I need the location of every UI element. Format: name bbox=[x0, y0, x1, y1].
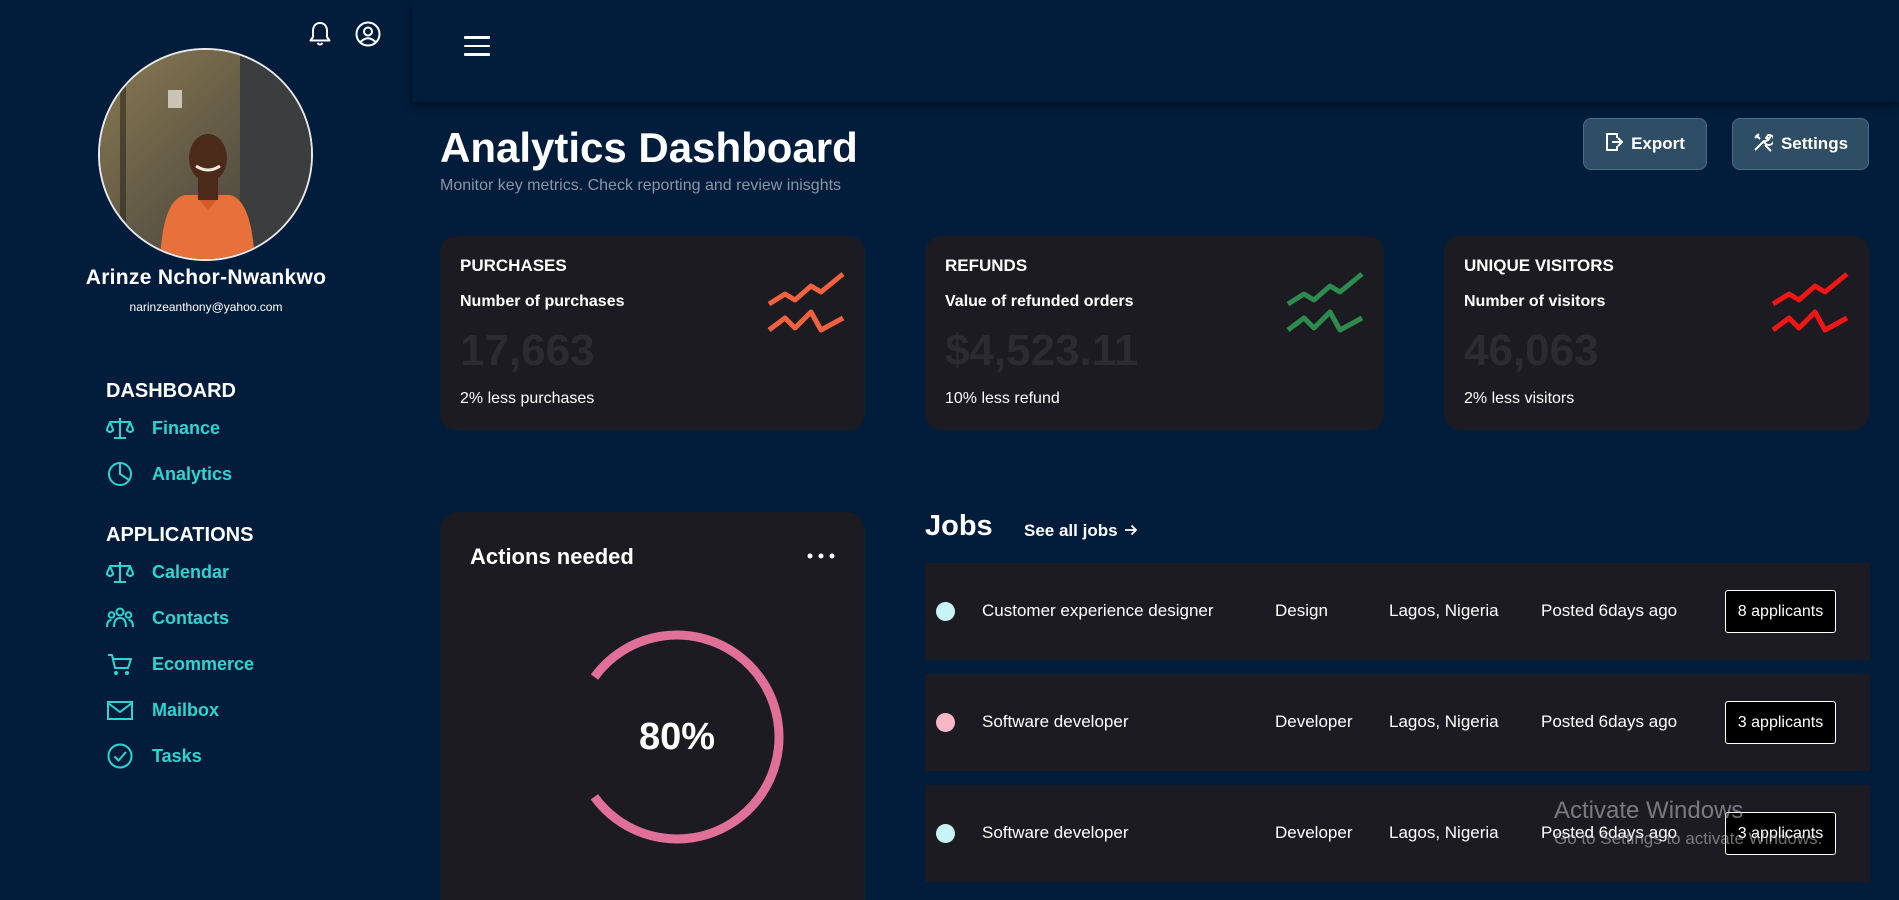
export-label: Export bbox=[1631, 134, 1685, 153]
stat-title: UNIQUE VISITORS bbox=[1464, 256, 1614, 275]
top-bar bbox=[412, 0, 1899, 102]
user-email: narinzeanthony@yahoo.com bbox=[129, 300, 283, 314]
progress-percent: 80% bbox=[638, 715, 716, 758]
watermark-subtitle: Go to Settings to activate Windows. bbox=[1554, 829, 1823, 848]
users-icon bbox=[106, 604, 134, 632]
job-posted: Posted 6days ago bbox=[1541, 601, 1678, 620]
settings-label: Settings bbox=[1780, 134, 1849, 153]
sidebar: Arinze Nchor-Nwankwo narinzeanthony@yaho… bbox=[0, 0, 412, 900]
stat-subtitle: Number of visitors bbox=[1464, 293, 1606, 310]
stat-card-purchases: PURCHASES Number of purchases 17,663 2% … bbox=[440, 236, 865, 430]
sidebar-top-icons bbox=[306, 20, 382, 48]
watermark-title: Activate Windows bbox=[1554, 797, 1744, 824]
stat-title: PURCHASES bbox=[460, 256, 567, 275]
job-title: Software developer bbox=[982, 823, 1129, 842]
applicants-button[interactable]: 8 applicants bbox=[1725, 590, 1836, 633]
applicants-button[interactable]: 3 applicants bbox=[1725, 701, 1836, 744]
job-status-dot bbox=[936, 824, 955, 843]
sidebar-item-label: Ecommerce bbox=[152, 653, 255, 674]
sidebar-item-label: Calendar bbox=[152, 561, 230, 582]
job-row[interactable]: Customer experience designer Design Lago… bbox=[925, 563, 1870, 660]
arrow-right-icon bbox=[1124, 521, 1138, 541]
page-title: Analytics Dashboard bbox=[440, 124, 858, 171]
nav-section-applications: APPLICATIONS bbox=[106, 524, 254, 546]
job-location: Lagos, Nigeria bbox=[1389, 823, 1499, 842]
job-title: Software developer bbox=[982, 712, 1129, 731]
stat-subtitle: Value of refunded orders bbox=[945, 293, 1134, 310]
export-button[interactable]: Export bbox=[1583, 118, 1707, 170]
mail-icon bbox=[106, 696, 134, 724]
sidebar-item-tasks[interactable]: Tasks bbox=[106, 742, 202, 770]
sidebar-item-label: Finance bbox=[152, 417, 221, 438]
stat-value: 17,663 bbox=[460, 326, 595, 375]
trend-icon bbox=[767, 272, 847, 347]
more-options-icon[interactable] bbox=[806, 548, 836, 564]
nav-section-dashboard: DASHBOARD bbox=[106, 380, 236, 402]
user-name: Arinze Nchor-Nwankwo bbox=[85, 266, 327, 289]
scale-icon bbox=[106, 558, 134, 586]
job-title: Customer experience designer bbox=[982, 601, 1214, 620]
stat-note: 2% less visitors bbox=[1464, 390, 1575, 407]
see-all-label: See all jobs bbox=[1024, 521, 1118, 540]
stat-subtitle: Number of purchases bbox=[460, 293, 625, 310]
stat-note: 10% less refund bbox=[945, 390, 1060, 407]
bell-icon[interactable] bbox=[306, 20, 334, 48]
menu-icon[interactable] bbox=[464, 36, 490, 62]
page-subtitle: Monitor key metrics. Check reporting and… bbox=[440, 177, 842, 194]
stat-title: REFUNDS bbox=[945, 256, 1028, 275]
actions-card: Actions needed 80% bbox=[440, 512, 865, 900]
actions-title: Actions needed bbox=[470, 544, 634, 569]
check-circle-icon bbox=[106, 742, 134, 770]
activation-watermark: Activate Windows Go to Settings to activ… bbox=[1554, 797, 1822, 849]
sidebar-item-label: Analytics bbox=[152, 463, 233, 484]
trend-icon bbox=[1771, 272, 1851, 347]
sidebar-item-ecommerce[interactable]: Ecommerce bbox=[106, 650, 254, 678]
job-posted: Posted 6days ago bbox=[1541, 712, 1678, 731]
settings-button[interactable]: Settings bbox=[1732, 118, 1869, 170]
tools-icon bbox=[1753, 132, 1775, 157]
stat-card-unique-visitors: UNIQUE VISITORS Number of visitors 46,06… bbox=[1444, 236, 1869, 430]
job-location: Lagos, Nigeria bbox=[1389, 601, 1499, 620]
stat-note: 2% less purchases bbox=[460, 390, 595, 407]
user-circle-icon[interactable] bbox=[354, 20, 382, 48]
scale-icon bbox=[106, 414, 134, 442]
sidebar-item-calendar[interactable]: Calendar bbox=[106, 558, 229, 586]
job-category: Developer bbox=[1275, 823, 1353, 842]
job-category: Design bbox=[1275, 601, 1328, 620]
sidebar-item-contacts[interactable]: Contacts bbox=[106, 604, 229, 632]
pie-chart-icon bbox=[106, 460, 134, 488]
trend-icon bbox=[1286, 272, 1366, 347]
avatar[interactable] bbox=[98, 48, 313, 261]
job-status-dot bbox=[936, 713, 955, 732]
stat-value: $4,523.11 bbox=[945, 326, 1139, 375]
see-all-jobs-link[interactable]: See all jobs bbox=[1024, 521, 1138, 541]
jobs-title: Jobs bbox=[925, 510, 993, 542]
sidebar-item-analytics[interactable]: Analytics bbox=[106, 460, 232, 488]
stat-value: 46,063 bbox=[1464, 326, 1599, 375]
sidebar-item-label: Mailbox bbox=[152, 699, 220, 720]
sidebar-item-label: Contacts bbox=[152, 607, 230, 628]
job-status-dot bbox=[936, 602, 955, 621]
export-icon bbox=[1605, 132, 1624, 157]
stat-card-refunds: REFUNDS Value of refunded orders $4,523.… bbox=[925, 236, 1384, 430]
sidebar-item-mailbox[interactable]: Mailbox bbox=[106, 696, 219, 724]
job-row[interactable]: Software developer Developer Lagos, Nige… bbox=[925, 674, 1870, 771]
cart-icon bbox=[106, 650, 134, 678]
job-category: Developer bbox=[1275, 712, 1353, 731]
job-location: Lagos, Nigeria bbox=[1389, 712, 1499, 731]
sidebar-item-finance[interactable]: Finance bbox=[106, 414, 220, 442]
sidebar-item-label: Tasks bbox=[152, 745, 202, 766]
